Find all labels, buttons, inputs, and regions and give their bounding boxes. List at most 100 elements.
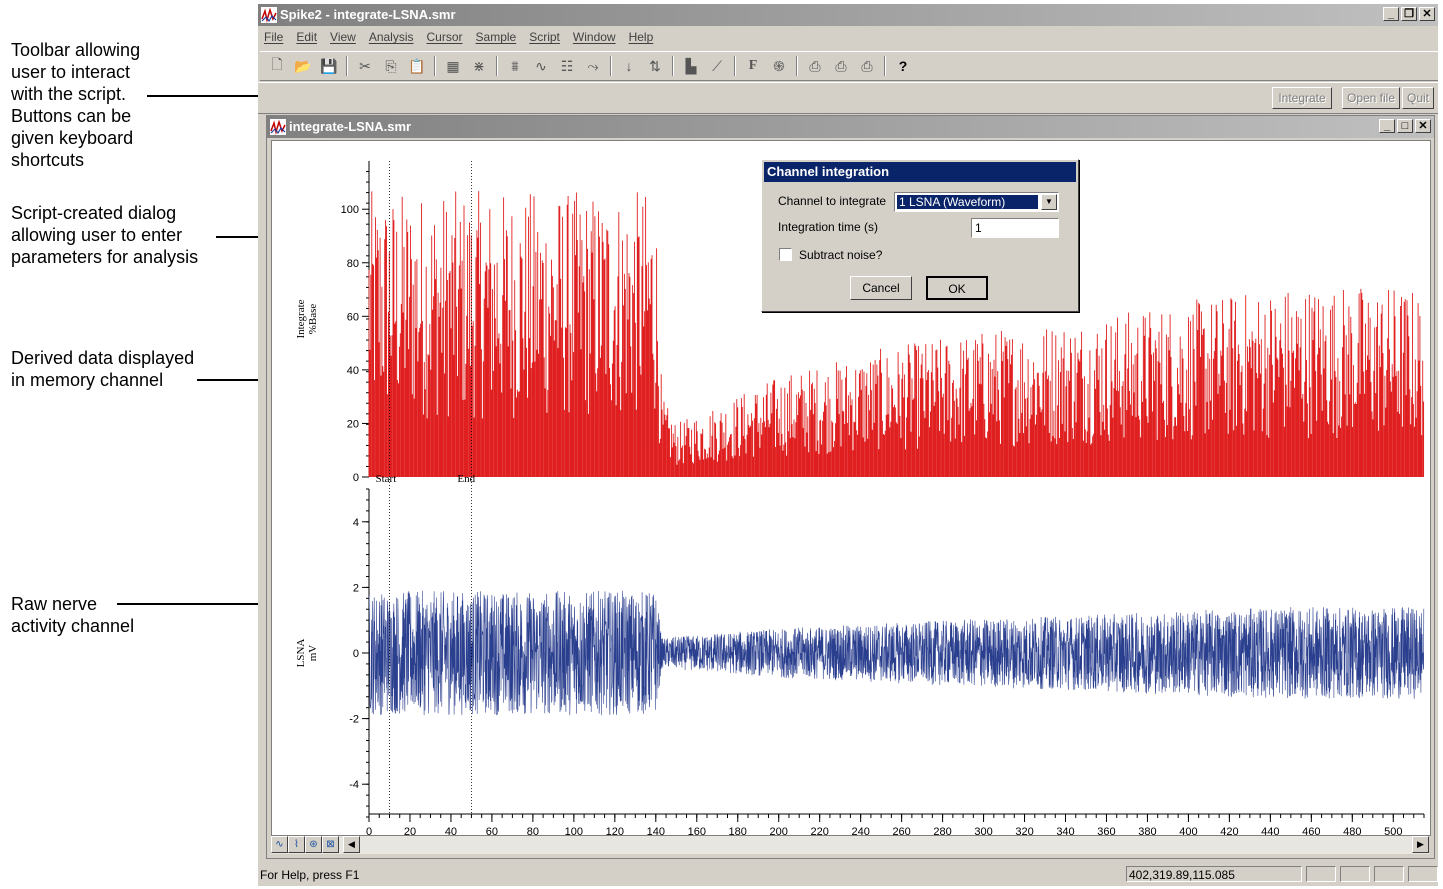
- x-tick-label: 0: [366, 826, 372, 835]
- cursors-icon[interactable]: ⇅: [644, 55, 666, 77]
- waveform-view-icon[interactable]: ∿: [271, 836, 288, 853]
- new-icon[interactable]: 🗋: [266, 55, 288, 77]
- x-tick-label: 20: [404, 826, 416, 835]
- bar-icon[interactable]: ▙: [680, 55, 702, 77]
- x-tick-label: 200: [770, 826, 788, 835]
- scroll-right-icon[interactable]: ▶: [1412, 836, 1429, 853]
- save-icon[interactable]: 💾: [318, 55, 340, 77]
- y-tick-label: 0: [353, 648, 359, 660]
- spike2-app-window: Spike2 - integrate-LSNA.smr _ ❐ ✕ File E…: [258, 4, 1438, 886]
- cursor-down-icon[interactable]: ↓: [618, 55, 640, 77]
- channel-select-value: 1 LSNA (Waveform): [897, 195, 1038, 209]
- x-tick-label: 100: [565, 826, 583, 835]
- paste-icon[interactable]: 📋: [406, 55, 428, 77]
- toolbar-separator: [884, 56, 886, 76]
- chevron-down-icon[interactable]: ▼: [1041, 194, 1057, 210]
- y-tick-label: 0: [353, 472, 359, 484]
- x-tick-label: 480: [1343, 826, 1361, 835]
- trace-lsna: [368, 590, 1425, 716]
- channel-unit-integrate: %Base: [307, 304, 319, 335]
- spiral-icon[interactable]: ֍: [768, 55, 790, 77]
- integration-time-input[interactable]: 1: [971, 218, 1059, 238]
- cut-icon[interactable]: ✂: [354, 55, 376, 77]
- toolbar-separator: [434, 56, 436, 76]
- marker-icon[interactable]: ⋇: [468, 55, 490, 77]
- open-icon[interactable]: 📂: [292, 55, 314, 77]
- raster-icon[interactable]: ☷: [556, 55, 578, 77]
- channel-title-lsna: LSNA: [295, 639, 307, 668]
- y-tick-label: 40: [347, 365, 359, 377]
- status-bar: For Help, press F1 402,319.89,115.085: [258, 864, 1438, 886]
- copy-icon[interactable]: ⎘: [380, 55, 402, 77]
- dialog-title: Channel integration: [764, 162, 1076, 182]
- subtract-noise-checkbox[interactable]: [779, 248, 792, 261]
- minimize-icon[interactable]: _: [1379, 119, 1395, 133]
- x-tick-label: 40: [445, 826, 457, 835]
- subtract-noise-label: Subtract noise?: [799, 248, 883, 262]
- zoom-icon[interactable]: ⊛: [305, 836, 322, 853]
- y-tick-label: 60: [347, 311, 359, 323]
- grid-icon[interactable]: ▦: [442, 55, 464, 77]
- app-title: Spike2 - integrate-LSNA.smr: [280, 7, 456, 22]
- channel-select[interactable]: 1 LSNA (Waveform) ▼: [894, 192, 1059, 212]
- menu-script[interactable]: Script: [529, 30, 560, 44]
- menu-sample[interactable]: Sample: [476, 30, 517, 44]
- integrate-button[interactable]: Integrate: [1272, 87, 1332, 109]
- waveform-mode-icon[interactable]: ⌇: [288, 836, 305, 853]
- x-tick-label: 440: [1261, 826, 1279, 835]
- menu-analysis[interactable]: Analysis: [369, 30, 414, 44]
- menu-edit[interactable]: Edit: [296, 30, 317, 44]
- scroll-left-icon[interactable]: ◀: [343, 836, 360, 853]
- x-tick-label: 80: [527, 826, 539, 835]
- x-tick-label: 500: [1384, 826, 1402, 835]
- app-titlebar[interactable]: Spike2 - integrate-LSNA.smr _ ❐ ✕: [258, 4, 1438, 26]
- menu-cursor[interactable]: Cursor: [427, 30, 463, 44]
- open-file-button[interactable]: Open file: [1342, 87, 1400, 109]
- restore-icon[interactable]: ❐: [1401, 7, 1417, 21]
- print-visible-icon[interactable]: ⎙: [830, 55, 852, 77]
- ok-button[interactable]: OK: [926, 276, 988, 300]
- x-tick-label: 300: [974, 826, 992, 835]
- channel-integration-dialog: Channel integration Channel to integrate…: [761, 159, 1079, 312]
- y-tick-label: 4: [353, 517, 359, 529]
- toolbar-separator: [346, 56, 348, 76]
- menu-window[interactable]: Window: [573, 30, 616, 44]
- waveform-icon[interactable]: ∿: [530, 55, 552, 77]
- status-cell: [1408, 866, 1438, 882]
- toolbar-separator: [672, 56, 674, 76]
- toolbar-separator: [496, 56, 498, 76]
- close-icon[interactable]: ✕: [1419, 7, 1435, 21]
- main-toolbar: 🗋 📂 💾 ✂ ⎘ 📋 ▦ ⋇ ⩩ ∿ ☷ ⤳ ↓ ⇅ ▙ ⟋ F ֍ ⎙ ⎙ …: [260, 51, 1438, 81]
- annotation-raw-channel: Raw nerve activity channel: [11, 594, 135, 636]
- child-titlebar[interactable]: integrate-LSNA.smr _ □ ✕: [267, 116, 1434, 138]
- histogram-icon[interactable]: ⩩: [504, 55, 526, 77]
- horizontal-scrollbar[interactable]: ∿ ⌇ ⊛ ⊠ ◀ ▶: [271, 836, 1429, 854]
- x-tick-label: 320: [1015, 826, 1033, 835]
- line-icon[interactable]: ⟋: [706, 55, 728, 77]
- status-coordinates: 402,319.89,115.085: [1126, 866, 1302, 882]
- grid-view-icon[interactable]: ⊠: [322, 836, 339, 853]
- y-tick-label: 80: [347, 258, 359, 270]
- annotation-memory-channel: Derived data displayed in memory channel: [11, 348, 195, 390]
- menu-view[interactable]: View: [330, 30, 356, 44]
- print-screen-icon[interactable]: ⎙: [856, 55, 878, 77]
- maximize-icon[interactable]: □: [1397, 119, 1413, 133]
- status-help-text: For Help, press F1: [260, 868, 360, 882]
- menu-file[interactable]: File: [264, 30, 283, 44]
- font-icon[interactable]: F: [742, 55, 764, 77]
- y-tick-label: -2: [349, 714, 359, 726]
- help-icon[interactable]: ?: [892, 55, 914, 77]
- menu-bar: File Edit View Analysis Cursor Sample Sc…: [258, 26, 1438, 48]
- x-tick-label: 240: [851, 826, 869, 835]
- x-tick-label: 380: [1138, 826, 1156, 835]
- close-icon[interactable]: ✕: [1415, 119, 1431, 133]
- cursor-label-start: Start: [375, 473, 396, 485]
- x-tick-label: 400: [1179, 826, 1197, 835]
- menu-help[interactable]: Help: [629, 30, 654, 44]
- quit-button[interactable]: Quit: [1402, 87, 1434, 109]
- x-tick-label: 140: [647, 826, 665, 835]
- xy-icon[interactable]: ⤳: [582, 55, 604, 77]
- print-icon[interactable]: ⎙: [804, 55, 826, 77]
- cancel-button[interactable]: Cancel: [850, 276, 912, 300]
- minimize-icon[interactable]: _: [1383, 7, 1399, 21]
